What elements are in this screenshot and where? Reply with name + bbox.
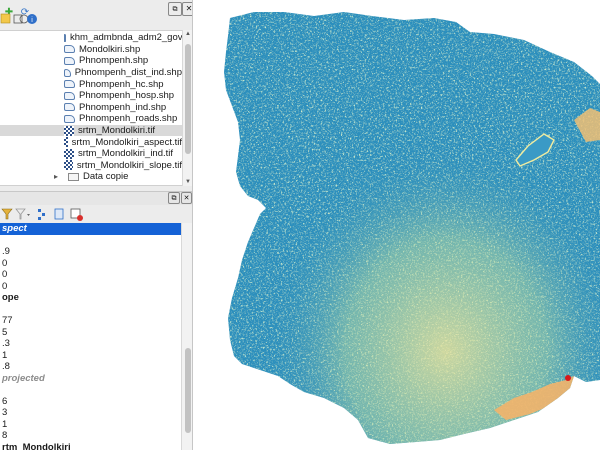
legend-entry[interactable]: 0 xyxy=(0,269,181,281)
layers-panel-header: ⧉ ✕ xyxy=(0,191,192,205)
browser-item-label: Phnompenh_hosp.shp xyxy=(79,90,175,102)
layer-row-label: .3 xyxy=(2,338,10,350)
raster-layer-icon xyxy=(64,137,68,148)
layer-row[interactable]: projected xyxy=(0,373,181,385)
browser-toolbar: ✚ ⟳ ⧉ ✕ i xyxy=(0,0,192,26)
south-peak xyxy=(565,375,571,381)
layer-row[interactable]: ope xyxy=(0,292,181,304)
browser-item[interactable]: ▸ Data copie xyxy=(0,171,182,183)
layer-row-label: 5 xyxy=(2,326,8,338)
vector-layer-icon xyxy=(64,80,75,89)
legend-entry[interactable]: 5 xyxy=(0,327,181,339)
legend-entry[interactable]: 1 xyxy=(0,350,181,362)
layer-row[interactable] xyxy=(0,304,181,316)
browser-item[interactable]: khm_admbnda_adm2_gov_2 xyxy=(0,32,182,44)
layer-row-label: 0 xyxy=(2,280,8,292)
legend-entry[interactable]: .9 xyxy=(0,246,181,258)
legend-entry[interactable]: 3 xyxy=(0,407,181,419)
browser-item-label: Phnompenh.shp xyxy=(79,55,149,67)
browser-item-label: Phnompenh_dist_ind.shp xyxy=(74,67,182,79)
browser-item-label: srtm_Mondolkiri.tif xyxy=(78,125,156,137)
legend-entry[interactable]: .8 xyxy=(0,361,181,373)
browser-item[interactable]: Phnompenh_dist_ind.shp xyxy=(0,67,182,79)
browser-item[interactable]: srtm_Mondolkiri.tif xyxy=(0,124,182,137)
browser-item-label: Mondolkiri.shp xyxy=(79,43,141,55)
vector-layer-icon xyxy=(64,56,75,65)
legend-entry[interactable]: 0 xyxy=(0,281,181,293)
browser-item[interactable]: Mondolkiri.shp xyxy=(0,44,182,56)
layer-row[interactable]: spect xyxy=(0,223,181,235)
raster-layer-icon xyxy=(64,125,74,136)
layer-row-label: 6 xyxy=(2,395,8,407)
legend-entry[interactable]: 8 xyxy=(0,430,181,442)
vector-layer-icon xyxy=(64,103,75,112)
scroll-up-icon[interactable]: ▲ xyxy=(183,31,192,37)
folder-icon xyxy=(68,172,79,181)
browser-scrollbar[interactable]: ▲ ▼ xyxy=(182,30,192,186)
vector-layer-icon xyxy=(64,91,75,100)
layer-row-label: .8 xyxy=(2,361,10,373)
layer-row-label: .9 xyxy=(2,246,10,258)
browser-item-label: srtm_Mondolkiri_slope.tif xyxy=(76,159,182,171)
browser-item[interactable]: Phnompenh_hc.shp xyxy=(0,78,182,90)
browser-tree[interactable]: khm_admbnda_adm2_gov_2 Mondolkiri.shp Phno… xyxy=(0,30,182,186)
left-dock-panel: ✚ ⟳ ⧉ ✕ i khm_admbnda_adm2_gov_2 Mondolki… xyxy=(0,0,193,450)
expand-arrow-icon[interactable]: ▸ xyxy=(54,172,58,181)
layers-toolbar xyxy=(0,205,192,223)
raster-texture-yellow xyxy=(224,12,600,444)
legend-entry[interactable]: 1 xyxy=(0,419,181,431)
legend-entry[interactable]: 6 xyxy=(0,396,181,408)
layer-row-label: spect xyxy=(2,223,27,235)
close-icon[interactable]: ✕ xyxy=(182,2,192,16)
layer-row-label: 0 xyxy=(2,269,8,281)
browser-toolbar-icons: i xyxy=(0,13,37,24)
browser-item-label: khm_admbnda_adm2_gov_2 xyxy=(70,32,182,44)
float-icon[interactable]: ⧉ xyxy=(168,2,182,16)
legend-entry[interactable]: 0 xyxy=(0,258,181,270)
browser-item-label: srtm_Mondolkiri_ind.tif xyxy=(78,148,174,160)
browser-scroll-thumb[interactable] xyxy=(185,44,191,154)
layer-row-label: ope xyxy=(2,292,19,304)
vector-layer-icon xyxy=(64,45,75,54)
browser-item-label: Phnompenh_roads.shp xyxy=(79,113,178,125)
raster-map[interactable] xyxy=(194,0,600,450)
layer-row-label: 3 xyxy=(2,407,8,419)
browser-item[interactable]: srtm_Mondolkiri_ind.tif xyxy=(0,148,182,160)
layer-row-label: 0 xyxy=(2,257,8,269)
layers-scroll-thumb[interactable] xyxy=(185,348,191,433)
layer-row-label: 1 xyxy=(2,349,8,361)
browser-item[interactable]: srtm_Mondolkiri_slope.tif xyxy=(0,160,182,172)
close-icon[interactable]: ✕ xyxy=(181,192,192,204)
layers-tree[interactable]: spect .9 0 0 0 ope 77 5.3 1.8 projected 6 3 1 8 rtm_Mo… xyxy=(0,223,181,450)
vector-layer-icon xyxy=(64,33,66,42)
browser-item-label: Data copie xyxy=(83,171,129,183)
browser-item[interactable]: Phnompenh_ind.shp xyxy=(0,102,182,114)
browser-item-label: Phnompenh_hc.shp xyxy=(79,78,164,90)
layer-row-label: projected xyxy=(2,372,45,384)
browser-item[interactable]: srtm_Mondolkiri_aspect.tif xyxy=(0,136,182,148)
vector-layer-icon xyxy=(64,114,75,123)
layers-toolbar-icons[interactable] xyxy=(0,206,90,222)
layer-row-label: 77 xyxy=(2,315,13,327)
layer-row[interactable]: rtm_Mondolkiri xyxy=(0,442,181,450)
legend-entry[interactable]: 77 xyxy=(0,315,181,327)
layer-row[interactable] xyxy=(0,384,181,396)
browser-item-label: Phnompenh_ind.shp xyxy=(79,101,167,113)
browser-item-label: srtm_Mondolkiri_aspect.tif xyxy=(71,136,182,148)
float-icon[interactable]: ⧉ xyxy=(168,192,180,204)
browser-item[interactable]: Phnompenh_hosp.shp xyxy=(0,90,182,102)
raster-layer-icon xyxy=(64,148,74,159)
legend-entry[interactable]: .3 xyxy=(0,338,181,350)
layer-row-label: 1 xyxy=(2,418,8,430)
layer-row[interactable] xyxy=(0,235,181,247)
raster-layer-icon xyxy=(64,160,73,171)
layer-row-label: 8 xyxy=(2,430,8,442)
browser-item[interactable]: Phnompenh_roads.shp xyxy=(0,113,182,125)
map-canvas[interactable] xyxy=(194,0,600,450)
scroll-down-icon[interactable]: ▼ xyxy=(183,179,192,185)
vector-layer-icon xyxy=(64,68,71,77)
layers-scrollbar[interactable] xyxy=(181,223,192,450)
browser-item[interactable]: Phnompenh.shp xyxy=(0,55,182,67)
layer-row-label: rtm_Mondolkiri xyxy=(2,441,71,450)
